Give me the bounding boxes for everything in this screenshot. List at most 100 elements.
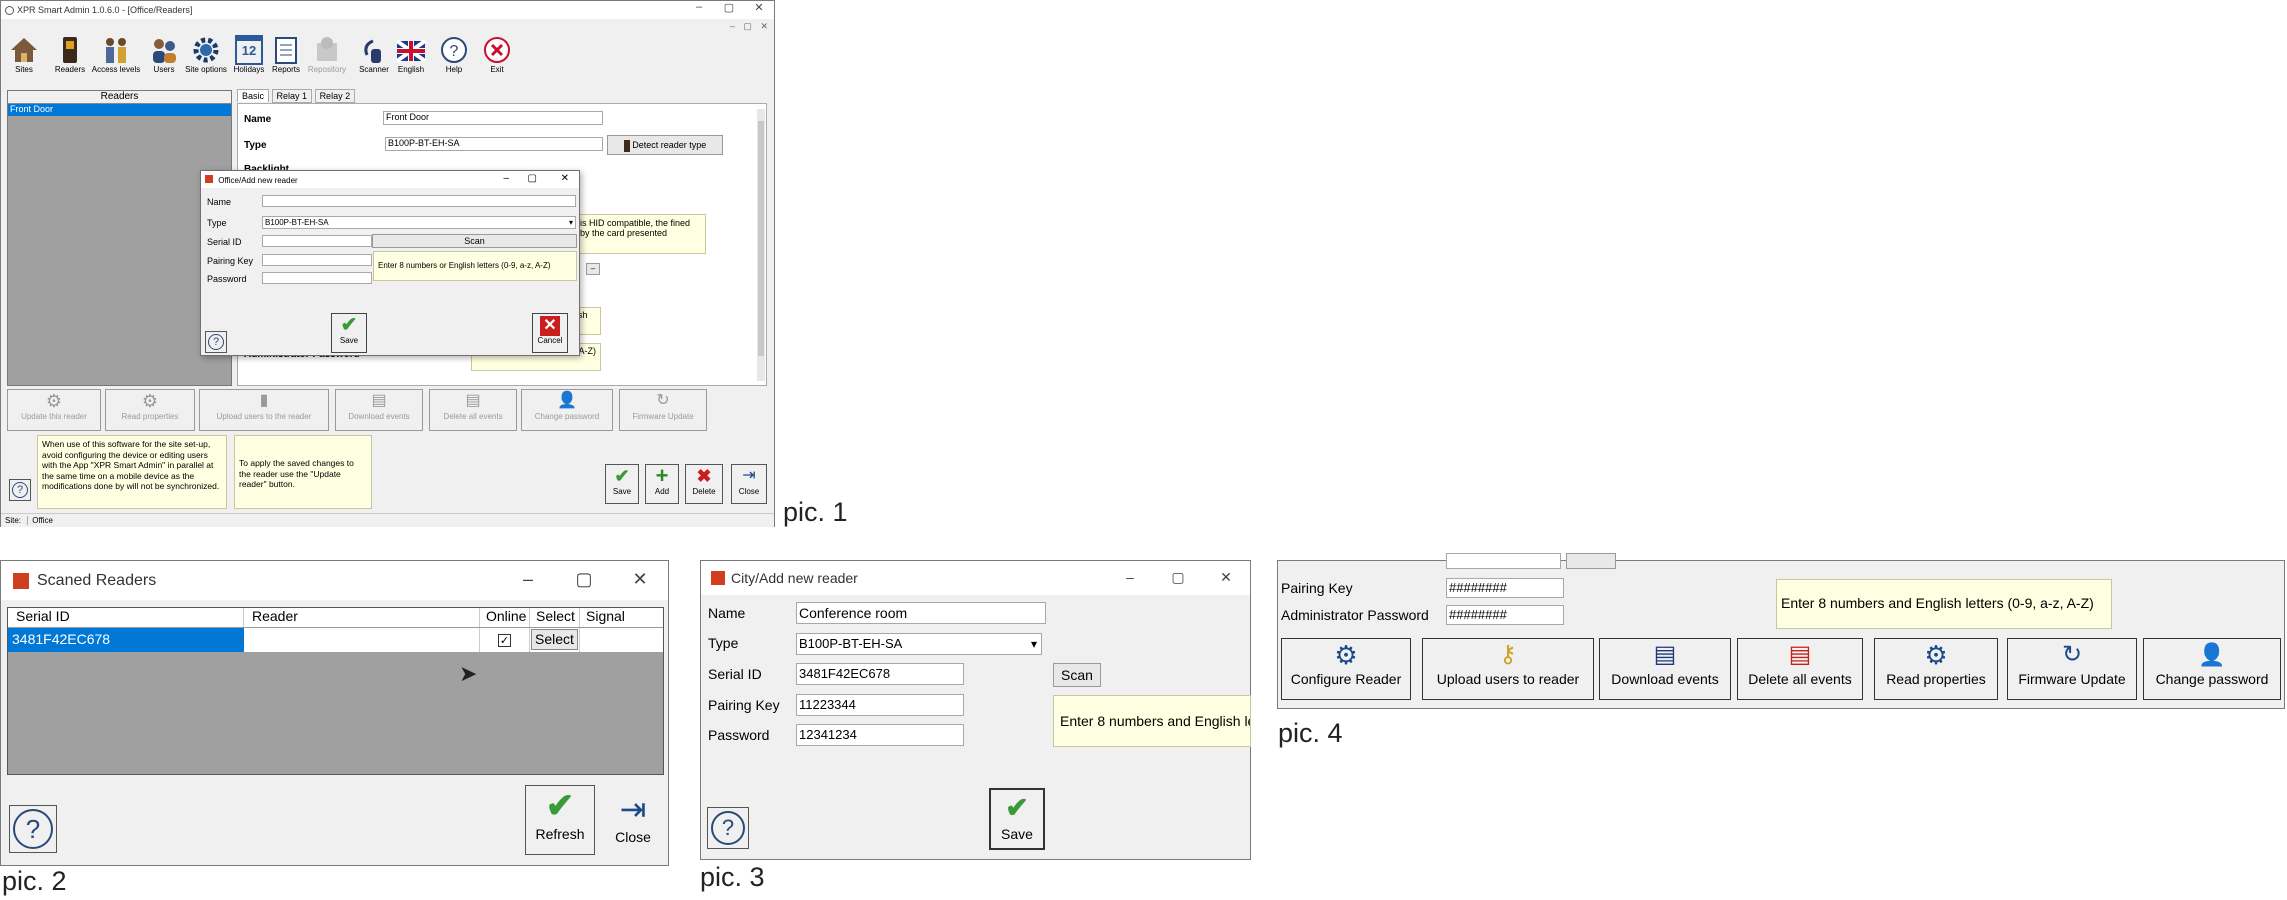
help-icon[interactable]: ? [707,807,749,849]
scan-button[interactable]: Scan [1053,663,1101,687]
delete-events-button[interactable]: ▤ Delete all events [429,389,517,431]
dialog-pairing-field[interactable] [262,254,372,266]
type-select[interactable]: B100P-BT-EH-SA ▾ [796,633,1042,655]
pairing-field[interactable]: ######## [1446,578,1564,598]
background-small-button[interactable]: – [586,263,600,275]
column-header[interactable]: Signal [580,608,660,627]
dialog-close-button[interactable]: ✕ [561,173,569,184]
toolbar-exit[interactable]: Exit [480,35,514,74]
toolbar-reports[interactable]: Reports [269,35,303,74]
toolbar-label: Sites [15,65,33,74]
minimize-button[interactable]: – [500,569,556,590]
scroll-thumb[interactable] [758,121,764,356]
maximize-button[interactable]: ▢ [1154,569,1202,586]
select-cell[interactable]: Select [530,628,580,652]
change-password-button[interactable]: 👤 Change password [2143,638,2281,700]
change-password-button[interactable]: 👤 Change password [521,389,613,431]
toolbar-sites[interactable]: Sites [7,35,41,74]
help-icon[interactable]: ? [9,805,57,853]
tab-relay-2[interactable]: Relay 2 [314,89,356,103]
serial-field[interactable]: 3481F42EC678 [796,663,964,685]
update-reader-button[interactable]: ⚙ Update this reader [7,389,101,431]
vertical-scrollbar[interactable] [757,109,765,381]
tab-relay-1[interactable]: Relay 1 [271,89,313,103]
firmware-update-button[interactable]: ↻ Firmware Update [2007,638,2137,700]
close-window-button[interactable]: ✕ [612,569,668,590]
toolbar-readers[interactable]: Readers [53,35,87,74]
main-help-icon[interactable]: ? [9,479,31,501]
upload-users-button[interactable]: ▮ Upload users to the reader [199,389,329,431]
delete-events-button[interactable]: ▤ Delete all events [1737,638,1863,700]
configure-reader-button[interactable]: ⚙ Configure Reader [1281,638,1411,700]
dialog-minimize-button[interactable]: – [503,173,509,184]
column-header[interactable]: Select [530,608,580,627]
report-icon [275,37,297,64]
close-window-button[interactable]: ✕ [744,1,774,14]
toolbar-repository[interactable]: Repository [305,35,349,74]
window-title: XPR Smart Admin 1.0.6.0 - [Office/Reader… [17,5,193,15]
refresh-button[interactable]: ✔ Refresh [525,785,595,855]
dialog-name-field[interactable] [262,195,576,207]
reader-list-item[interactable]: Front Door [8,104,231,116]
mdi-close-button[interactable]: ✕ [760,21,768,31]
scan-button-partial[interactable] [1566,553,1616,569]
maximize-button[interactable]: ▢ [556,569,612,590]
save-button[interactable]: ✔ Save [989,788,1045,850]
serial-cell[interactable]: 3481F42EC678 [8,628,244,652]
select-button[interactable]: Select [531,629,578,650]
mdi-minimize-button[interactable]: – [730,21,735,31]
minimize-button[interactable]: – [1106,569,1154,586]
tab-basic[interactable]: Basic [237,89,270,102]
save-button[interactable]: ✔ Save [605,464,639,504]
close-button[interactable]: ⇥ Close [731,464,767,504]
dialog-cancel-button[interactable]: ✕ Cancel [532,313,568,353]
firmware-update-button[interactable]: ↻ Firmware Update [619,389,707,431]
dialog-save-button[interactable]: ✔ Save [331,313,367,353]
read-properties-button[interactable]: ⚙ Read properties [1874,638,1998,700]
mdi-restore-button[interactable]: ▢ [743,21,752,31]
online-cell[interactable]: ✓ [480,628,530,652]
dialog-help-icon[interactable]: ? [205,331,227,353]
name-field[interactable]: Conference room [796,602,1046,624]
pairing-field[interactable]: 11223344 [796,694,964,716]
close-button[interactable]: ⇥ Close [605,789,661,855]
dialog-scan-button[interactable]: Scan [372,234,577,248]
toolbar-scanner[interactable]: Scanner [357,35,391,74]
password-field[interactable]: 12341234 [796,724,964,746]
toolbar-users[interactable]: Users [147,35,181,74]
upload-users-button[interactable]: ⚷ Upload users to reader [1422,638,1594,700]
table-row[interactable]: 3481F42EC678 ✓ Select [8,628,663,652]
detect-reader-type-button[interactable]: Detect reader type [607,135,723,155]
read-properties-button[interactable]: ⚙ Read properties [105,389,195,431]
minimize-button[interactable]: – [684,1,714,14]
reader-cell[interactable] [244,628,480,652]
download-events-button[interactable]: ▤ Download events [1599,638,1731,700]
toolbar-help[interactable]: ? Help [437,35,471,74]
type-select[interactable]: B100P-BT-EH-SA [385,137,603,151]
add-new-reader-window: City/Add new reader – ▢ ✕ Name Conferenc… [700,560,1251,860]
add-button[interactable]: + Add [645,464,679,504]
dialog-type-select[interactable]: B100P-BT-EH-SA ▾ [262,216,576,229]
toolbar-english[interactable]: English [393,35,429,74]
add-reader-dialog: Office/Add new reader – ▢ ✕ Name Type B1… [200,170,580,356]
column-header[interactable]: Reader [244,608,480,627]
dialog-maximize-button[interactable]: ▢ [528,173,537,184]
close-window-button[interactable]: ✕ [1202,569,1250,586]
column-header[interactable]: Online [480,608,530,627]
toolbar-holidays[interactable]: 12 Holidays [231,35,267,74]
dialog-serial-field[interactable] [262,235,372,247]
toolbar-site-options[interactable]: Site options [181,35,231,74]
dialog-pairing-tip: Enter 8 numbers or English letters (0-9,… [373,251,577,281]
key-icon: ⚷ [1499,641,1517,668]
maximize-button[interactable]: ▢ [714,1,744,14]
name-field[interactable]: Front Door [383,111,603,125]
delete-button[interactable]: ✖ Delete [685,464,723,504]
column-header[interactable]: Serial ID [8,608,244,627]
admin-password-field[interactable]: ######## [1446,605,1564,625]
toolbar-access-levels[interactable]: Access levels [91,35,141,74]
serial-field-partial[interactable] [1446,553,1561,569]
window-title: City/Add new reader [731,570,858,586]
download-events-button[interactable]: ▤ Download events [335,389,423,431]
online-checkbox[interactable]: ✓ [498,634,511,647]
dialog-password-field[interactable] [262,272,372,284]
